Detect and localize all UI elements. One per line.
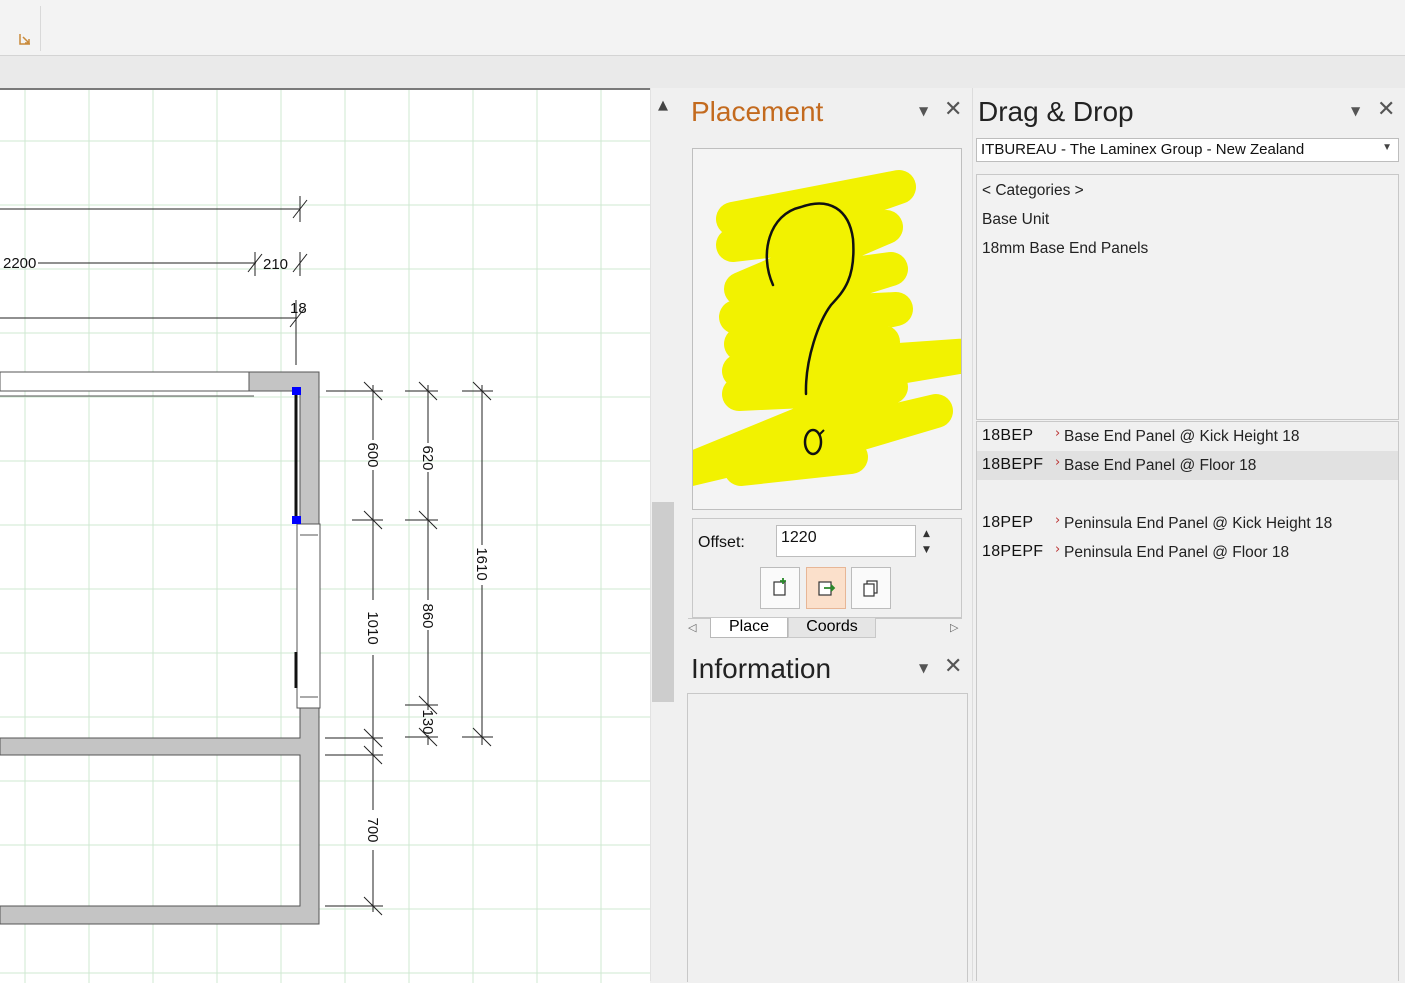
dimension-label: 18 xyxy=(290,300,307,317)
offset-label: Offset: xyxy=(698,534,745,551)
placement-preview xyxy=(692,148,962,510)
item-description: Base End Panel @ Kick Height 18 xyxy=(1064,428,1300,445)
information-panel: Information ▼ ✕ xyxy=(682,645,968,982)
spin-down-icon[interactable]: ▼ xyxy=(923,545,930,555)
item-code: 18PEP xyxy=(982,514,1034,531)
dimension-label: 1610 xyxy=(473,547,490,580)
close-icon[interactable]: ✕ xyxy=(1377,99,1395,121)
category-item[interactable]: 18mm Base End Panels xyxy=(982,240,1148,258)
copy-icon xyxy=(863,580,878,597)
pin-icon[interactable]: ▼ xyxy=(1351,104,1360,118)
walls xyxy=(0,371,321,925)
offset-input[interactable]: 1220 xyxy=(776,525,916,557)
selection-handle xyxy=(292,516,301,524)
insert-button[interactable] xyxy=(760,567,800,609)
item-marker-icon: › xyxy=(1055,455,1061,470)
tab-scroll-right-icon[interactable]: ▷ xyxy=(950,621,958,634)
ribbon xyxy=(0,0,1405,56)
selection-handle xyxy=(292,387,301,395)
item-description: Peninsula End Panel @ Floor 18 xyxy=(1064,544,1290,561)
catalog-select-value: ITBUREAU - The Laminex Group - New Zeala… xyxy=(981,141,1305,158)
item-code: 18PEPF xyxy=(982,543,1044,560)
panel-title: Drag & Drop xyxy=(978,96,1134,127)
document-tab-strip xyxy=(0,56,1405,88)
list-item[interactable]: 18PEP › Peninsula End Panel @ Kick Heigh… xyxy=(977,509,1398,538)
tab-coords[interactable]: Coords xyxy=(788,618,876,638)
item-list: 18BEP › Base End Panel @ Kick Height 18 … xyxy=(976,421,1399,981)
panel-title: Placement xyxy=(691,96,824,127)
scroll-up-icon[interactable]: ▲ xyxy=(654,96,672,116)
tab-place[interactable]: Place xyxy=(710,618,788,638)
scroll-thumb[interactable] xyxy=(652,502,674,702)
dimension-label: 210 xyxy=(263,256,288,273)
category-item[interactable]: Base Unit xyxy=(982,211,1049,229)
dimension-label: 860 xyxy=(419,603,436,628)
placement-tabs: ◁ Place Coords ▷ xyxy=(688,618,962,639)
close-icon[interactable]: ✕ xyxy=(944,656,962,678)
item-marker-icon: › xyxy=(1055,542,1061,557)
list-item-selected[interactable]: 18BEPF › Base End Panel @ Floor 18 xyxy=(977,451,1398,480)
item-description: Base End Panel @ Floor 18 xyxy=(1064,457,1257,474)
information-content xyxy=(687,693,968,982)
dimension-label: 2200 xyxy=(3,255,36,272)
spin-up-icon[interactable]: ▲ xyxy=(923,529,930,539)
item-code: 18BEP xyxy=(982,427,1034,444)
dialog-launcher-icon[interactable] xyxy=(18,31,32,45)
close-icon[interactable]: ✕ xyxy=(944,99,962,121)
drag-drop-panel: Drag & Drop ▼ ✕ ITBUREAU - The Laminex G… xyxy=(972,88,1405,981)
offset-group: Offset: 1220 ▲ ▼ xyxy=(692,518,962,618)
category-back[interactable]: < Categories > xyxy=(982,182,1084,200)
tab-scroll-left-icon[interactable]: ◁ xyxy=(688,621,696,634)
highlight-scribble xyxy=(693,170,961,486)
list-item[interactable]: 18BEP › Base End Panel @ Kick Height 18 xyxy=(977,422,1398,451)
dimension-lines xyxy=(0,196,493,916)
category-list: < Categories > Base Unit 18mm Base End P… xyxy=(976,174,1399,420)
item-marker-icon: › xyxy=(1055,426,1061,441)
grid xyxy=(0,90,650,983)
item-marker-icon: › xyxy=(1055,513,1061,528)
list-item[interactable]: 18PEPF › Peninsula End Panel @ Floor 18 xyxy=(977,538,1398,567)
dimension-label: 600 xyxy=(364,442,381,467)
pin-icon[interactable]: ▼ xyxy=(919,104,928,118)
dimension-label: 1010 xyxy=(364,611,381,644)
drawing-canvas[interactable]: 2200 210 18 600 620 1610 1010 860 130 70… xyxy=(0,88,650,983)
item-description: Peninsula End Panel @ Kick Height 18 xyxy=(1064,515,1333,532)
panel-title: Information xyxy=(691,653,832,684)
replace-icon xyxy=(818,581,836,596)
replace-button[interactable] xyxy=(806,567,846,609)
dimension-label: 620 xyxy=(419,445,436,470)
dimension-label: 700 xyxy=(364,817,381,842)
placement-panel: Placement ▼ ✕ Offset: 1220 ▲ ▼ ◁ Place C… xyxy=(682,88,968,640)
insert-icon xyxy=(773,578,786,596)
catalog-select[interactable]: ITBUREAU - The Laminex Group - New Zeala… xyxy=(976,138,1399,162)
copy-button[interactable] xyxy=(851,567,891,609)
item-code: 18BEPF xyxy=(982,456,1044,473)
dropdown-arrow-icon[interactable]: ▼ xyxy=(1382,142,1392,153)
pin-icon[interactable]: ▼ xyxy=(919,661,928,675)
dimension-label: 130 xyxy=(419,709,436,734)
canvas-vertical-scrollbar[interactable]: ▲ xyxy=(650,88,675,981)
ribbon-separator xyxy=(40,6,41,51)
